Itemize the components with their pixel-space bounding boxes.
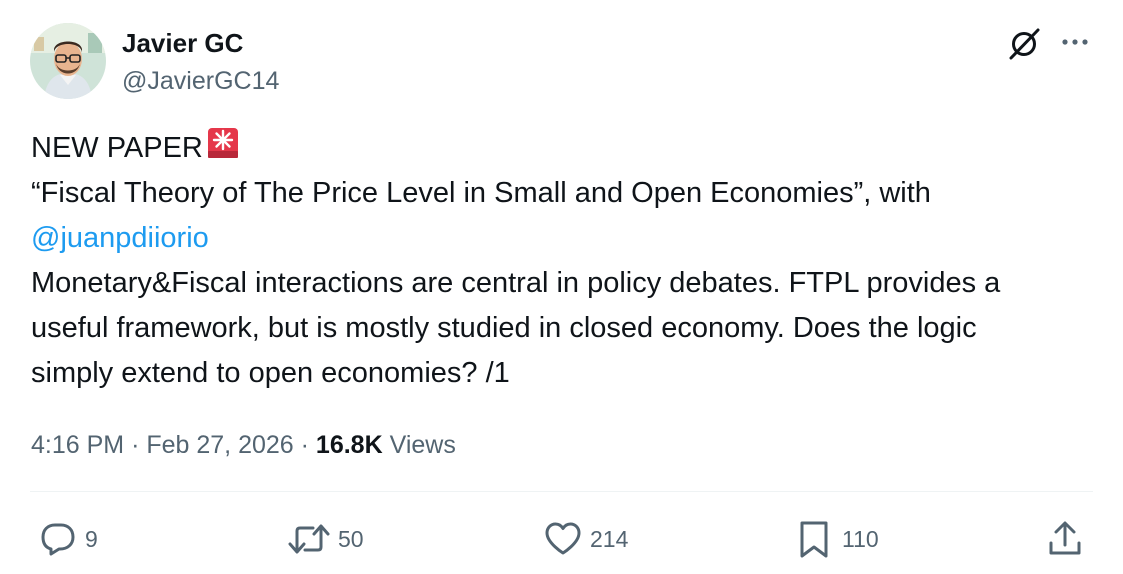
tweet-time[interactable]: 4:16 PM (31, 431, 124, 459)
meta-separator: · (300, 431, 309, 459)
reply-count: 9 (85, 526, 98, 552)
tweet-line-2: “Fiscal Theory of The Price Level in Sma… (31, 177, 931, 209)
bookmark-count: 110 (842, 526, 879, 552)
tweet-line-5: useful framework, but is mostly studied … (31, 312, 977, 344)
avatar[interactable] (30, 23, 106, 99)
meta-separator: · (131, 431, 140, 459)
tweet-line-1: NEW PAPER (31, 132, 203, 164)
divider (30, 491, 1093, 492)
tweet-text: NEW PAPER “Fiscal Theory of The Price Le… (31, 125, 1101, 396)
tweet-meta: 4:16 PM · Feb 27, 2026 · 16.8K Views (31, 428, 456, 462)
repost-button[interactable]: 50 (287, 519, 364, 559)
share-icon (1049, 521, 1081, 555)
tweet-line-6: simply extend to open economies? /1 (31, 357, 510, 389)
author-display-name[interactable]: Javier GC (122, 28, 243, 58)
share-button[interactable] (1046, 519, 1084, 559)
tweet-date[interactable]: Feb 27, 2026 (146, 431, 293, 459)
heart-icon (545, 522, 581, 555)
like-count: 214 (590, 526, 629, 552)
bookmark-icon (800, 521, 828, 558)
views-label[interactable]: Views (390, 431, 456, 459)
more-horizontal-icon[interactable] (1058, 28, 1092, 58)
reply-button[interactable]: 9 (38, 519, 98, 559)
author-handle[interactable]: @JavierGC14 (122, 66, 279, 96)
mention-link[interactable]: @juanpdiiorio (31, 222, 209, 254)
rotating-light-icon (205, 125, 241, 161)
repost-icon (288, 524, 330, 554)
views-count[interactable]: 16.8K (316, 431, 383, 459)
avatar-portrait-icon (30, 23, 106, 99)
repost-count: 50 (338, 526, 364, 552)
reply-icon (41, 523, 75, 556)
like-button[interactable]: 214 (543, 519, 628, 559)
grok-icon[interactable] (1005, 25, 1043, 63)
bookmark-button[interactable]: 110 (796, 519, 879, 559)
tweet-line-4: Monetary&Fiscal interactions are central… (31, 267, 1001, 299)
